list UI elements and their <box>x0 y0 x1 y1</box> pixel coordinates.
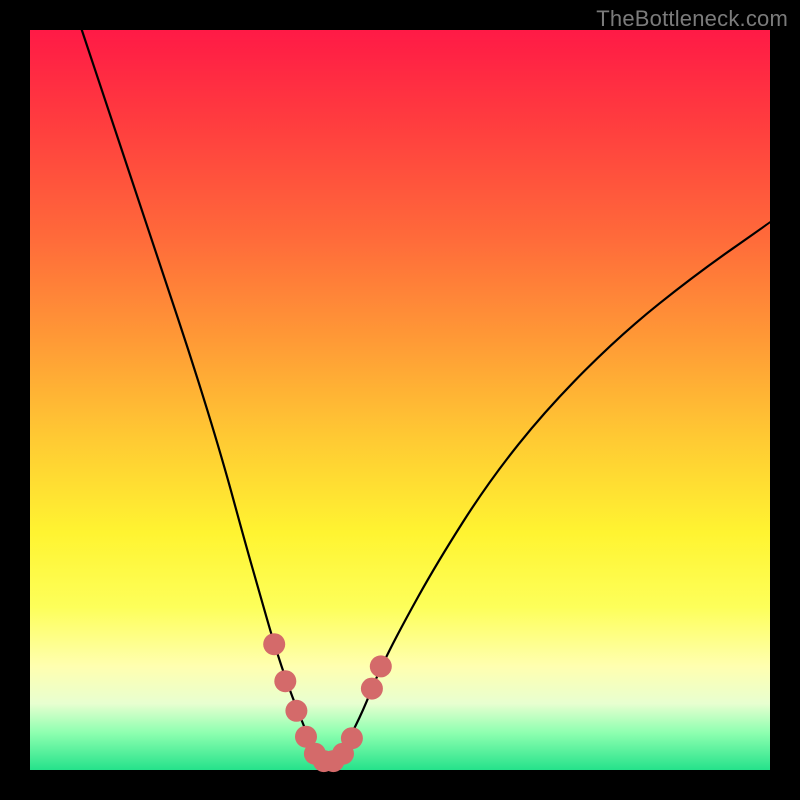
chart-area <box>30 30 770 770</box>
watermark-text: TheBottleneck.com <box>596 6 788 32</box>
bottleneck-curve <box>82 30 770 761</box>
highlight-dot <box>274 670 296 692</box>
highlight-dot <box>263 633 285 655</box>
highlight-dot <box>285 700 307 722</box>
highlight-dot <box>361 678 383 700</box>
highlight-dot <box>370 655 392 677</box>
highlight-dots <box>263 633 392 772</box>
chart-svg <box>30 30 770 770</box>
highlight-dot <box>341 727 363 749</box>
